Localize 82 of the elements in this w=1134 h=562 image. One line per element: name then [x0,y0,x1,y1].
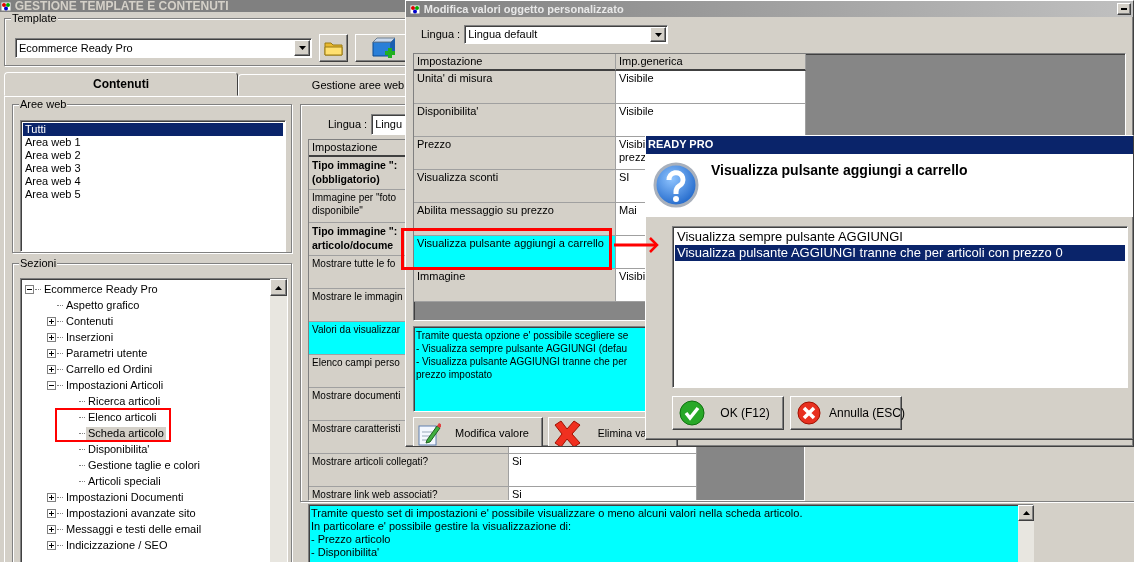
table-cell: Si [509,487,697,500]
list-item[interactable]: Visualizza pulsante AGGIUNGI tranne che per articoli con prezzo 0 [675,245,1125,261]
language-dropdown[interactable]: Lingua default [464,25,669,44]
table-cell: Mostrare articoli collegati? [309,454,509,487]
tree-item[interactable]: Ricerca articoli [86,394,163,408]
folder-icon [323,40,344,56]
tree-item[interactable]: Ecommerce Ready Pro [42,282,160,296]
tree-item[interactable]: Aspetto grafico [64,298,142,312]
table-cell: Visibile [616,104,806,137]
tree-item[interactable]: Articoli speciali [86,474,163,488]
tree-item[interactable]: Indicizzazione / SEO [64,538,170,552]
list-item[interactable]: Area web 5 [23,188,283,201]
tree-item[interactable]: Messaggi e testi delle email [64,522,204,536]
tree-item[interactable]: Impostazioni avanzate sito [64,506,198,520]
tab[interactable]: Contenuti [4,72,238,96]
box-add-icon [370,36,396,60]
expand-icon[interactable] [47,364,56,374]
cancel-icon [797,401,821,425]
expand-icon[interactable] [47,348,56,358]
column-header: Impostazione [414,54,616,71]
table-cell: Mostrare link web associati? [309,487,509,500]
description-text: Tramite questo set di impostazioni e' possibile visualizzare o meno alcuni valori nella scheda articolo. In particolare e' possibile gestire la visualizzazione di: - Prezzo articolo - Disponibilita' [308,504,1034,562]
question-icon [653,162,699,208]
list-item[interactable]: Area web 3 [23,162,283,175]
caret-icon [654,32,662,37]
tree-item[interactable]: Disponibilita' [86,442,152,456]
caret-icon [298,46,306,50]
template-dropdown[interactable]: Ecommerce Ready Pro [15,38,312,58]
scroll-up-button[interactable] [1018,505,1034,521]
action-button[interactable]: Modifica valore [413,417,543,446]
folder-button[interactable] [319,34,348,62]
scrollbar[interactable] [1018,505,1034,562]
check-icon [679,400,705,426]
scrollbar[interactable] [270,279,287,562]
scroll-up-button[interactable] [270,279,287,296]
tree-item[interactable]: Impostazioni Documenti [64,490,186,504]
collapse-icon[interactable] [47,380,56,390]
minimize-icon [1121,8,1127,10]
minimize-button[interactable] [1117,3,1131,15]
group-label: Aree web [19,98,68,111]
list-item[interactable]: Area web 1 [23,136,283,149]
table-cell: Visualizza sconti [414,170,616,203]
arrow-up-icon [1022,511,1030,515]
tree-item[interactable]: Scheda articolo [86,426,166,440]
arrow [614,237,660,253]
group-label: Sezioni [19,257,58,270]
group-label: Template [11,12,58,25]
expand-icon[interactable] [47,508,56,518]
list-item[interactable]: Area web 4 [23,175,283,188]
collapse-icon[interactable] [25,284,34,294]
table-cell: Abilita messaggio su prezzo [414,203,616,236]
table-cell: Immagine [414,269,616,302]
column-header: Imp.generica [616,54,806,71]
action-button[interactable]: OK (F12) [672,396,784,430]
delete-icon [552,419,582,446]
table-cell: Visibile [616,71,806,104]
table-cell: Unita' di misura [414,71,616,104]
table-cell: Visualizza pulsante aggiungi a carrello [414,236,616,269]
expand-icon[interactable] [47,524,56,534]
tree-item[interactable]: Parametri utente [64,346,150,360]
arrow-up-icon [275,285,282,290]
tree-item[interactable]: Contenuti [64,314,116,328]
expand-icon[interactable] [47,332,56,342]
tree-item[interactable]: Carrello ed Ordini [64,362,155,376]
tree-item[interactable]: Inserzioni [64,330,116,344]
window-title: READY PRO [648,138,714,150]
expand-icon[interactable] [47,316,56,326]
tree-item[interactable]: Impostazioni Articoli [64,378,166,392]
field-label: Lingua : [328,118,368,131]
window-title: Modifica valori oggetto personalizzato [423,2,625,16]
field-label: Lingua : [421,28,461,41]
list-item[interactable]: Tutti [23,123,283,136]
table-cell: Si [509,454,697,487]
tree-item[interactable]: Gestione taglie e colori [86,458,202,472]
table-cell: Prezzo [414,137,616,170]
expand-icon[interactable] [47,492,56,502]
app-icon [409,3,421,15]
table-cell: Disponibilita' [414,104,616,137]
tree-item[interactable]: Elenco articoli [86,410,159,424]
window-title: GESTIONE TEMPLATE E CONTENUTI [14,1,229,11]
list-item[interactable]: Area web 2 [23,149,283,162]
expand-icon[interactable] [47,540,56,550]
